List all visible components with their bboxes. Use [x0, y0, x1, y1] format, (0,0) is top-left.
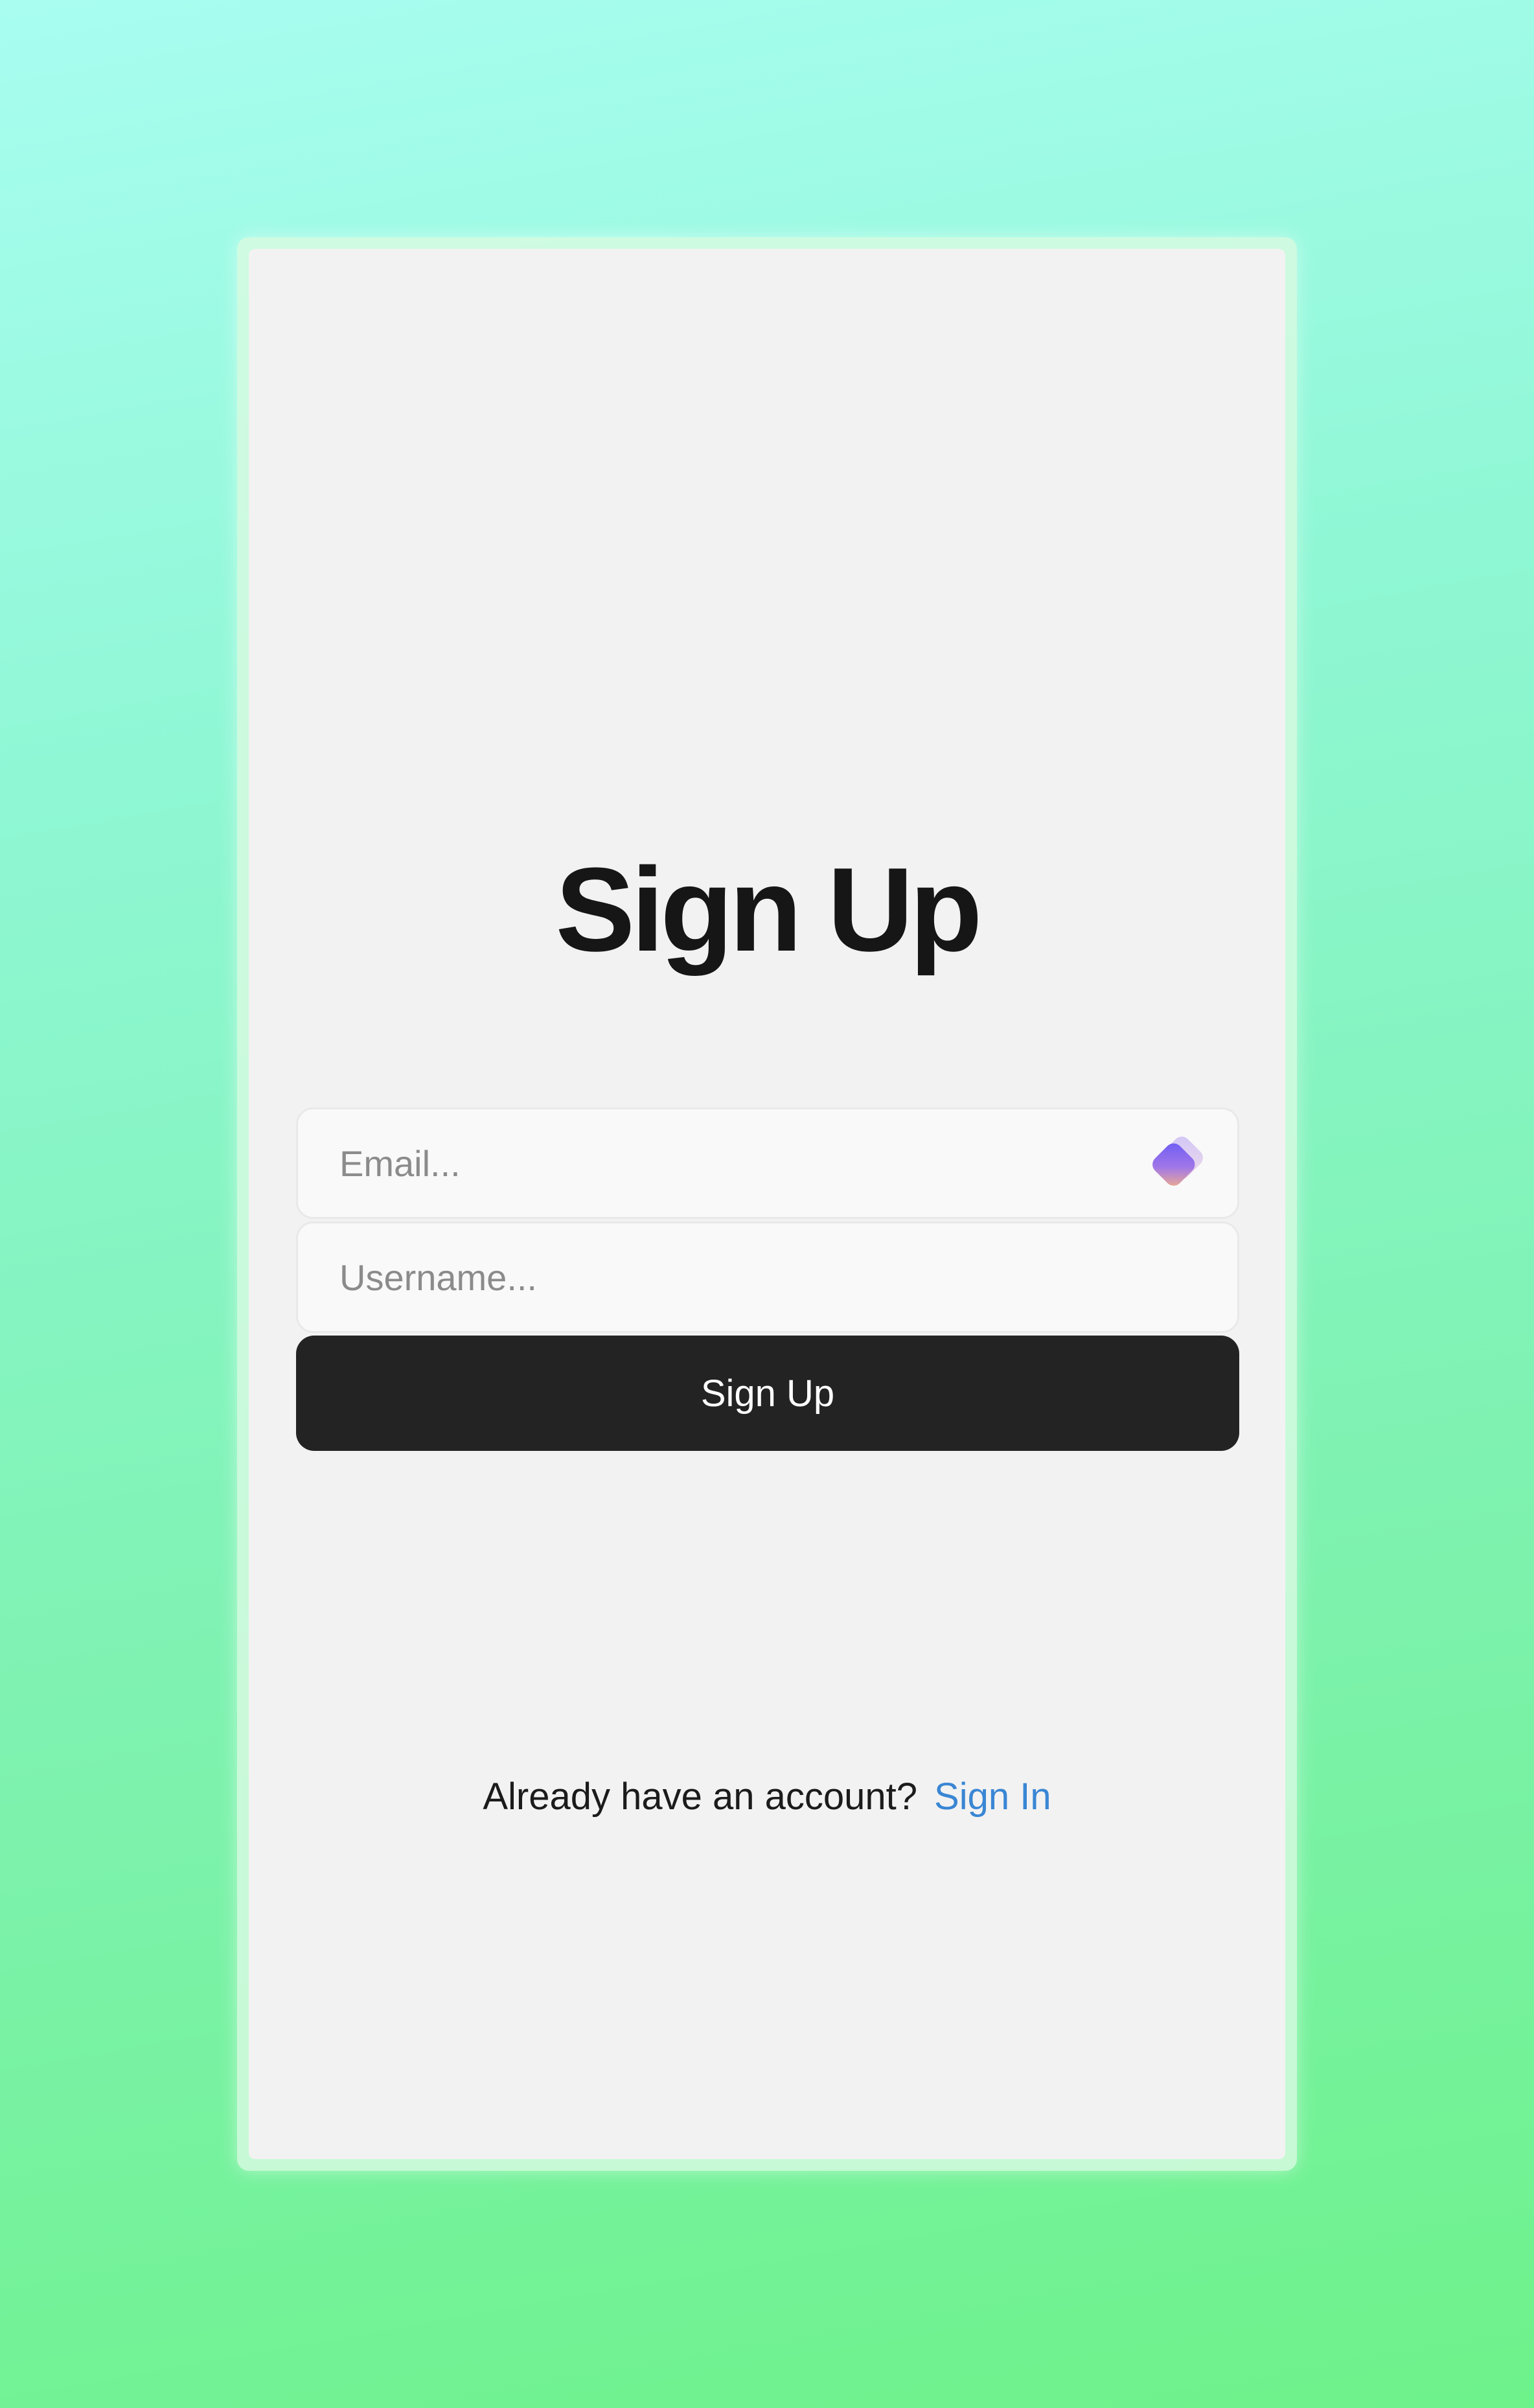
signup-card: Sign Up Email... Username... Sign Up Alr…: [249, 249, 1285, 2159]
email-input[interactable]: [298, 1109, 1237, 1217]
sign-in-link[interactable]: Sign In: [934, 1776, 1051, 1818]
password-manager-icon[interactable]: [1144, 1129, 1211, 1197]
email-field-container: [296, 1107, 1239, 1219]
username-field-container: [296, 1221, 1239, 1333]
signup-form: Sign Up: [296, 1107, 1239, 1451]
username-input[interactable]: [298, 1223, 1237, 1331]
signup-card-frame: Sign Up Email... Username... Sign Up Alr…: [237, 237, 1297, 2171]
signin-prompt: Already have an account? Sign In: [249, 1775, 1285, 1818]
page-title: Sign Up: [555, 842, 982, 976]
signin-prompt-text: Already have an account?: [483, 1776, 918, 1818]
sign-up-button[interactable]: Sign Up: [296, 1336, 1239, 1451]
